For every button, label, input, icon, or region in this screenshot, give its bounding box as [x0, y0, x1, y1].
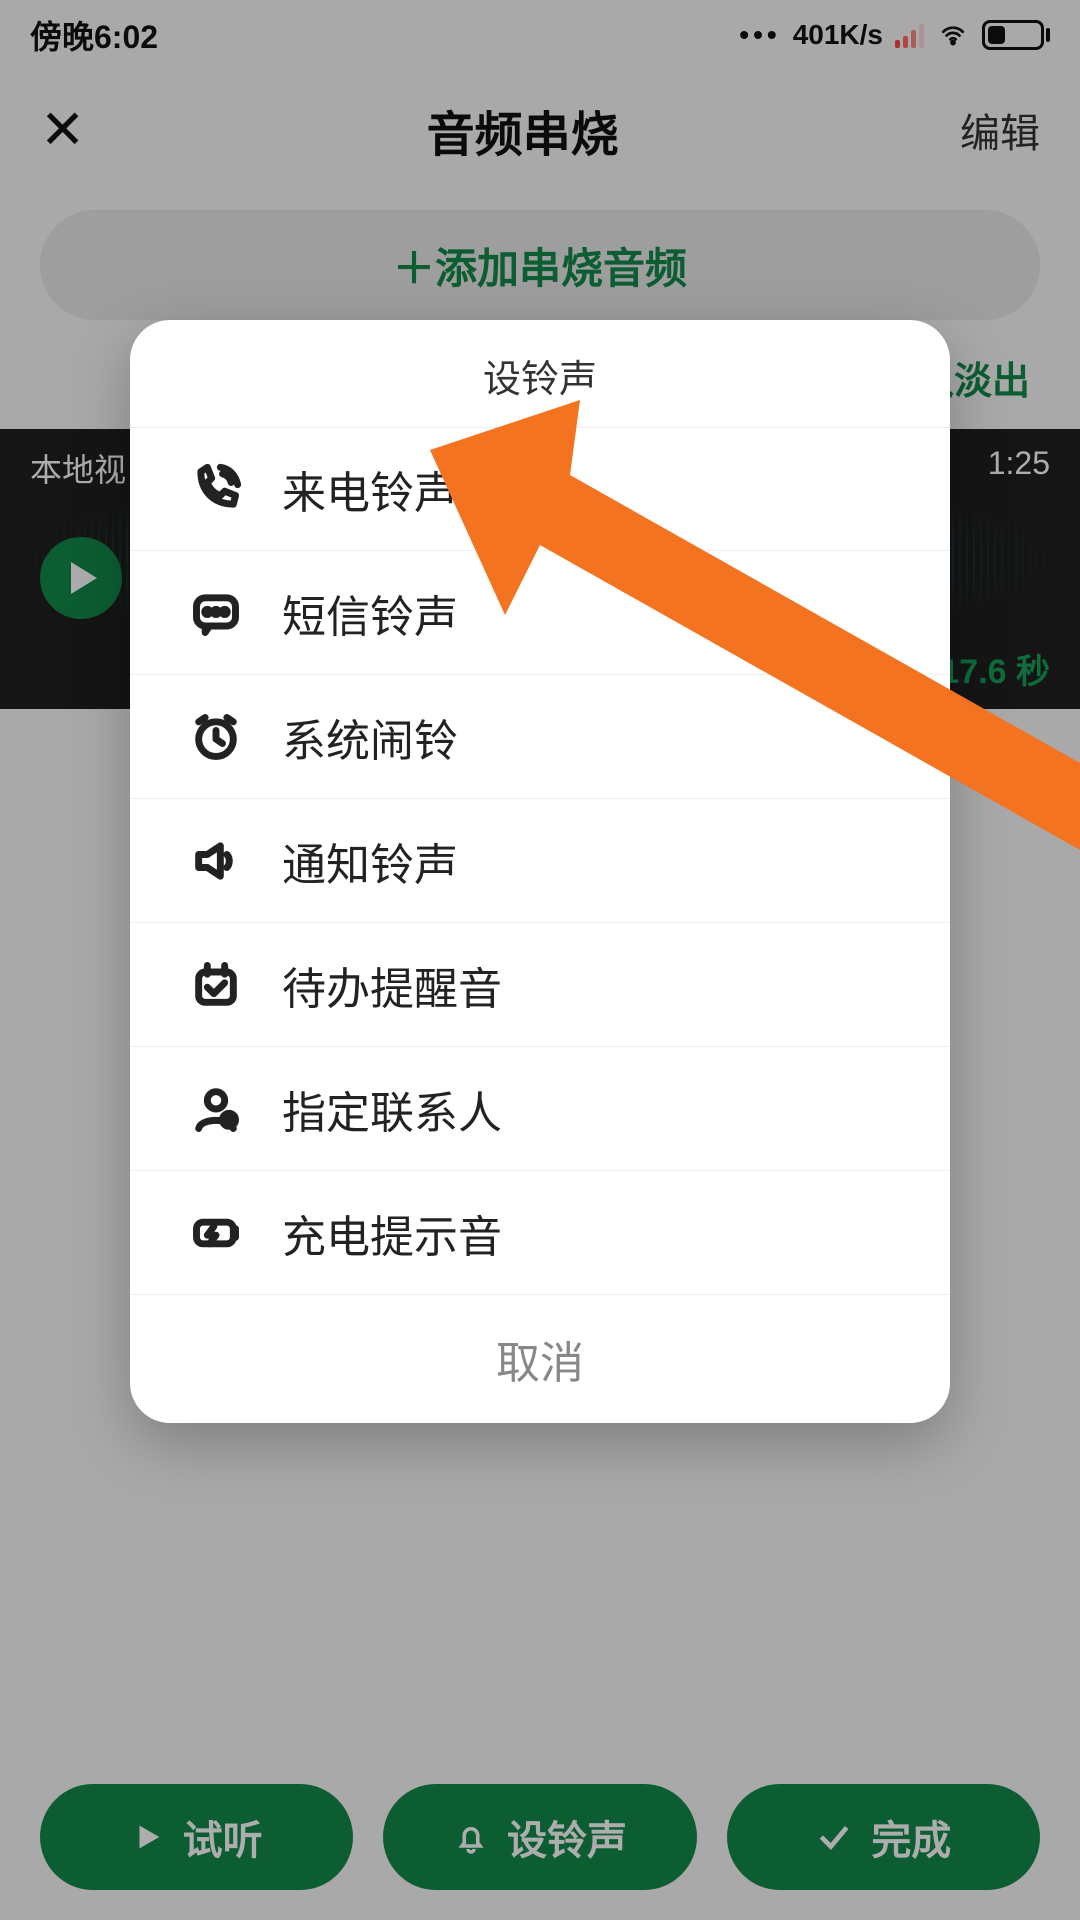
phone-icon: [190, 463, 242, 515]
message-icon: [190, 587, 242, 639]
sheet-cancel-button[interactable]: 取消: [130, 1295, 950, 1423]
sheet-item-sms-ringtone[interactable]: 短信铃声: [130, 551, 950, 675]
sheet-item-label: 来电铃声: [282, 457, 458, 521]
sheet-item-label: 系统闹铃: [282, 705, 458, 769]
sheet-item-label: 待办提醒音: [282, 953, 502, 1017]
ringtone-sheet: 设铃声 来电铃声 短信铃声 系统闹铃 通知铃声 待办提醒音: [130, 320, 950, 1423]
sheet-list: 来电铃声 短信铃声 系统闹铃 通知铃声 待办提醒音 指定联系人: [130, 427, 950, 1295]
todo-icon: [190, 959, 242, 1011]
sheet-item-call-ringtone[interactable]: 来电铃声: [130, 427, 950, 551]
sheet-item-charging[interactable]: 充电提示音: [130, 1171, 950, 1295]
sheet-item-contact[interactable]: 指定联系人: [130, 1047, 950, 1171]
sheet-item-label: 指定联系人: [282, 1077, 502, 1141]
sheet-item-label: 充电提示音: [282, 1201, 502, 1265]
sheet-title: 设铃声: [130, 320, 950, 427]
sheet-item-notification[interactable]: 通知铃声: [130, 799, 950, 923]
speaker-icon: [190, 835, 242, 887]
sheet-item-alarm[interactable]: 系统闹铃: [130, 675, 950, 799]
alarm-icon: [190, 711, 242, 763]
modal-overlay[interactable]: 设铃声 来电铃声 短信铃声 系统闹铃 通知铃声 待办提醒音: [0, 0, 1080, 1920]
sheet-item-label: 短信铃声: [282, 581, 458, 645]
charge-icon: [190, 1207, 242, 1259]
sheet-item-label: 通知铃声: [282, 829, 458, 893]
contact-icon: [190, 1083, 242, 1135]
sheet-item-todo[interactable]: 待办提醒音: [130, 923, 950, 1047]
